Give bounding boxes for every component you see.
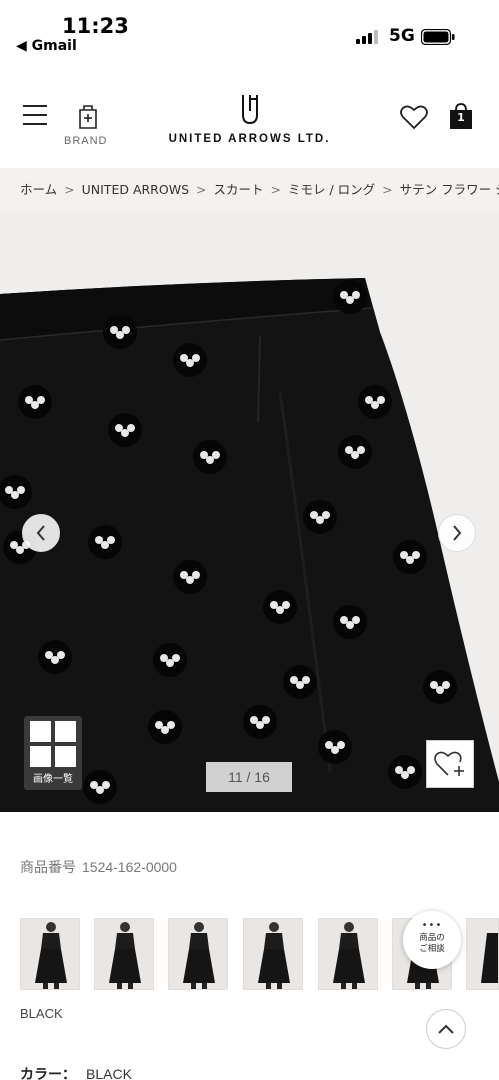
- menu-icon[interactable]: [22, 104, 48, 126]
- back-to-gmail-link[interactable]: ◀ Gmail: [16, 38, 77, 54]
- flower-petal: [442, 681, 450, 689]
- thumbnail[interactable]: [20, 918, 80, 990]
- battery-icon: [420, 28, 455, 46]
- flower-petal: [102, 781, 110, 789]
- chevron-up-icon: [438, 1024, 454, 1034]
- flower-petal: [17, 486, 25, 494]
- network-label: 5G: [389, 26, 415, 46]
- flower-petal: [282, 601, 290, 609]
- next-image-button[interactable]: [438, 514, 476, 552]
- product-consult-button[interactable]: ••• 商品の ご相談: [403, 911, 461, 969]
- consult-label-line1: 商品の: [419, 933, 445, 943]
- heart-plus-icon: [434, 751, 464, 776]
- thumbnail[interactable]: [318, 918, 378, 990]
- breadcrumb-separator: >: [382, 182, 393, 197]
- product-number-label: 商品番号: [20, 860, 76, 876]
- flower-petal: [412, 551, 420, 559]
- flower-petal: [37, 396, 45, 404]
- image-counter: 11 / 16: [206, 762, 292, 792]
- cart-count: 1: [457, 111, 465, 124]
- flower-petal: [322, 511, 330, 519]
- add-favorite-button[interactable]: [426, 740, 474, 788]
- flower-petal: [302, 676, 310, 684]
- consult-label-line2: ご相談: [419, 944, 445, 954]
- breadcrumb-separator: >: [196, 182, 207, 197]
- flower-petal: [377, 396, 385, 404]
- breadcrumb-category[interactable]: スカート: [213, 182, 263, 197]
- flower-petal: [337, 741, 345, 749]
- flower-petal: [127, 424, 135, 432]
- thumbnail[interactable]: [168, 918, 228, 990]
- flower-petal: [352, 291, 360, 299]
- thumbnail-color-caption: BLACK: [20, 1006, 63, 1021]
- color-row: カラー： BLACK: [20, 1064, 132, 1080]
- product-number: 商品番号 1524-162-0000: [20, 857, 177, 877]
- flower-petal: [167, 721, 175, 729]
- previous-image-button[interactable]: [22, 514, 60, 552]
- flower-petal: [262, 716, 270, 724]
- flower-petal: [352, 616, 360, 624]
- flower-petal: [172, 654, 180, 662]
- chevron-left-icon: [36, 525, 45, 541]
- flower-petal: [192, 354, 200, 362]
- signal-icon: [356, 30, 380, 44]
- breadcrumb-current: サテン フラワー ジ: [399, 182, 499, 197]
- more-dots-icon: •••: [421, 920, 443, 931]
- flower-petal: [357, 446, 365, 454]
- flower-petal: [192, 571, 200, 579]
- flower-petal: [107, 536, 115, 544]
- flower-petal: [122, 326, 130, 334]
- flower-petal: [407, 766, 415, 774]
- breadcrumb-home[interactable]: ホーム: [20, 182, 57, 197]
- breadcrumb: ホーム > UNITED ARROWS > スカート > ミモレ / ロング > サテン フラワ…: [0, 168, 499, 212]
- consult-label: 商品の ご相談: [403, 933, 461, 955]
- image-list-button[interactable]: 画像一覧: [24, 716, 82, 790]
- thumbnail[interactable]: [243, 918, 303, 990]
- logo-mark-icon[interactable]: [239, 93, 261, 125]
- site-logo[interactable]: UNITED ARROWS LTD.: [0, 133, 499, 145]
- flower-petal: [57, 651, 65, 659]
- breadcrumb-separator: >: [270, 182, 281, 197]
- grid-icon: [30, 721, 76, 767]
- chevron-right-icon: [453, 525, 462, 541]
- scroll-to-top-button[interactable]: [426, 1009, 466, 1049]
- flower-petal: [212, 451, 220, 459]
- status-time: 11:23: [62, 14, 129, 38]
- brand-icon[interactable]: [76, 102, 100, 130]
- thumbnail[interactable]: [94, 918, 154, 990]
- color-label: カラー：: [20, 1067, 76, 1080]
- breadcrumb-subcategory[interactable]: ミモレ / ロング: [288, 182, 375, 197]
- breadcrumb-brand[interactable]: UNITED ARROWS: [82, 182, 189, 197]
- image-list-label: 画像一覧: [33, 774, 73, 785]
- thumbnail[interactable]: [466, 918, 499, 990]
- product-number-value: 1524-162-0000: [82, 859, 177, 875]
- color-value: BLACK: [86, 1066, 132, 1080]
- heart-icon[interactable]: [400, 104, 428, 130]
- breadcrumb-separator: >: [64, 182, 75, 197]
